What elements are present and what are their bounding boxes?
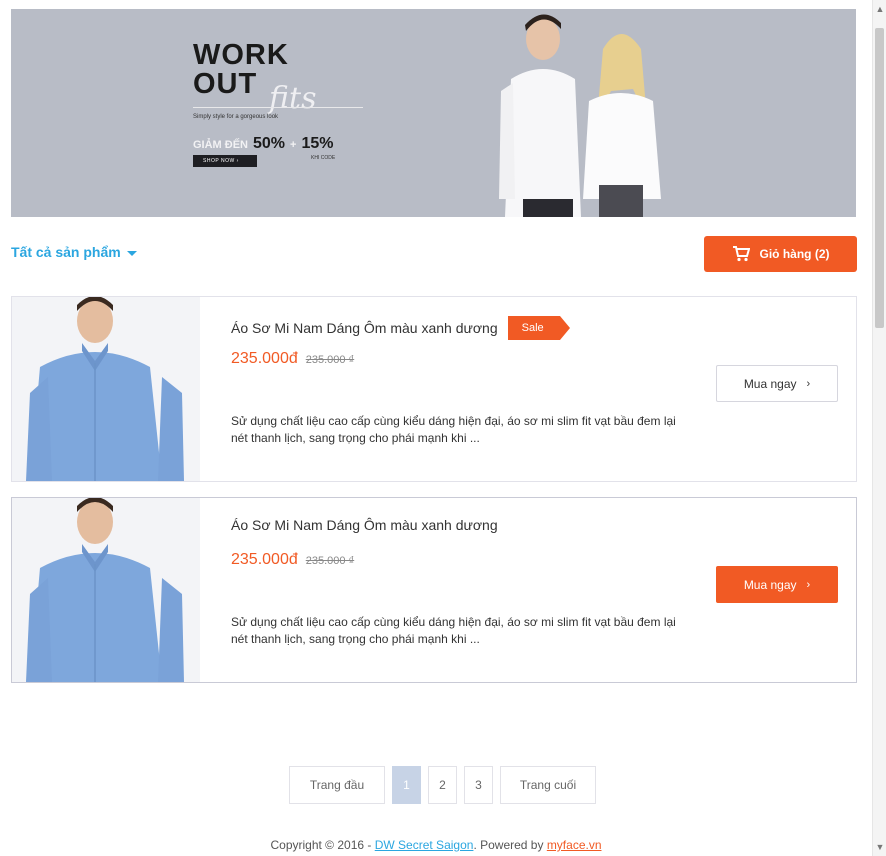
pagination: Trang đầu 1 2 3 Trang cuối (289, 766, 596, 804)
page-button-2[interactable]: 2 (428, 766, 457, 804)
footer-powered-link[interactable]: myface.vn (547, 838, 602, 852)
buy-now-label: Mua ngay (743, 376, 797, 391)
scrollbar-thumb[interactable] (875, 28, 884, 328)
footer-copyright: Copyright © 2016 - DW Secret Saigon. Pow… (0, 838, 872, 852)
chevron-right-icon: › (806, 377, 811, 390)
banner-script-text: fits (269, 81, 317, 116)
banner-sale-pct2: 15% (301, 135, 334, 152)
product-price-row: 235.000đ 235.000 ₫ (231, 350, 354, 368)
buy-now-button[interactable]: Mua ngay › (716, 365, 838, 402)
chevron-right-icon: › (806, 578, 811, 591)
banner-shop-button[interactable]: SHOP NOW › (193, 155, 257, 167)
sale-badge: Sale (507, 316, 570, 340)
banner-models-image (499, 14, 661, 217)
footer-middle: . Powered by (473, 838, 547, 852)
footer-prefix: Copyright © 2016 - (270, 838, 375, 852)
banner-sale-plus: + (290, 139, 297, 151)
scroll-up-icon[interactable]: ▲ (873, 2, 886, 16)
page-last-button[interactable]: Trang cuối (500, 766, 596, 804)
category-filter-label: Tất cả sản phẩm (11, 244, 121, 260)
banner-divider (193, 107, 363, 108)
banner-tagline: Simply style for a gorgeous look (193, 114, 279, 120)
product-price: 235.000đ (231, 350, 298, 367)
banner-sale-note: KHI CODE (311, 155, 336, 161)
page-first-button[interactable]: Trang đầu (289, 766, 385, 804)
product-price-row: 235.000đ 235.000 ₫ (231, 551, 354, 569)
product-price: 235.000đ (231, 551, 298, 568)
product-image[interactable] (12, 297, 200, 481)
buy-now-label: Mua ngay (743, 577, 797, 592)
caret-down-icon (126, 250, 137, 256)
page-button-3[interactable]: 3 (464, 766, 493, 804)
product-description: Sử dụng chất liệu cao cấp cùng kiểu dáng… (231, 615, 676, 646)
product-title-row: Áo Sơ Mi Nam Dáng Ôm màu xanh dương Sale (231, 316, 570, 340)
banner-sale-row: GIẢM ĐẾN 50% + 15% (193, 135, 334, 153)
footer-brand-link[interactable]: DW Secret Saigon (375, 838, 474, 852)
product-old-price: 235.000 ₫ (305, 555, 355, 567)
product-card[interactable]: Áo Sơ Mi Nam Dáng Ôm màu xanh dương 235.… (11, 497, 857, 683)
vertical-scrollbar[interactable]: ▲ ▼ (872, 0, 886, 856)
product-card[interactable]: Áo Sơ Mi Nam Dáng Ôm màu xanh dương Sale… (11, 296, 857, 482)
product-description: Sử dụng chất liệu cao cấp cùng kiểu dáng… (231, 414, 676, 445)
cart-button-label: Giỏ hàng (2) (759, 247, 830, 261)
banner-sale-pct1: 50% (253, 135, 286, 152)
page-button-1[interactable]: 1 (392, 766, 421, 804)
product-image[interactable] (12, 498, 200, 682)
category-filter-dropdown[interactable]: Tất cả sản phẩm (11, 244, 137, 260)
scroll-down-icon[interactable]: ▼ (873, 840, 886, 854)
cart-icon (732, 246, 750, 262)
product-title[interactable]: Áo Sơ Mi Nam Dáng Ôm màu xanh dương (231, 517, 498, 533)
product-old-price: 235.000 ₫ (305, 354, 355, 366)
cart-button[interactable]: Giỏ hàng (2) (704, 236, 857, 272)
product-title-row: Áo Sơ Mi Nam Dáng Ôm màu xanh dương (231, 517, 498, 533)
hero-banner[interactable]: WORK OUT fits Simply style for a gorgeou… (11, 9, 856, 217)
banner-sale-label: GIẢM ĐẾN (193, 139, 248, 151)
buy-now-button[interactable]: Mua ngay › (716, 566, 838, 603)
product-title[interactable]: Áo Sơ Mi Nam Dáng Ôm màu xanh dương (231, 320, 498, 336)
